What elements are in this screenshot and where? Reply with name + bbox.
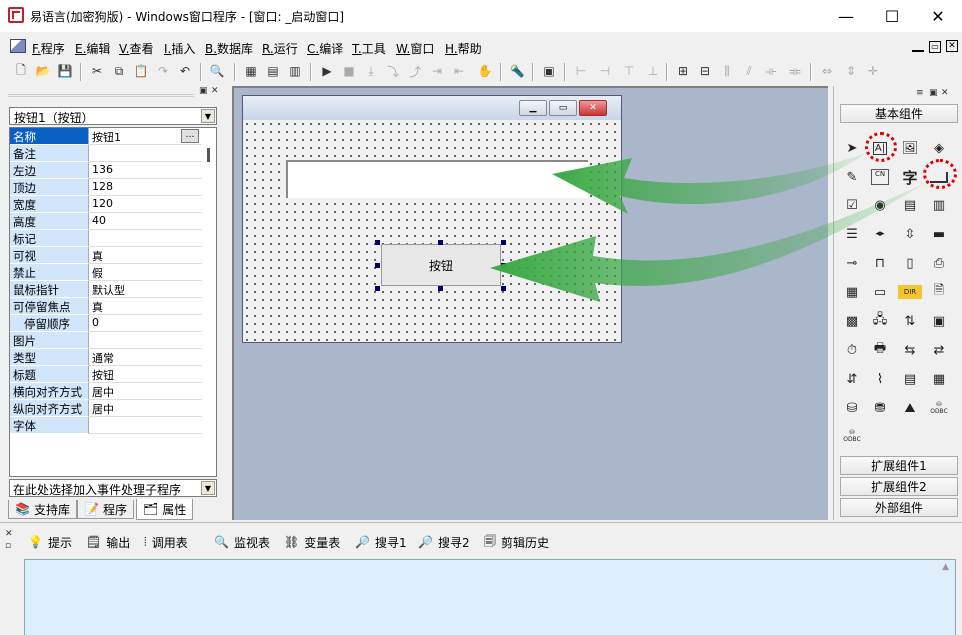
call-table-icon: ⦙ [144,534,147,549]
tab-watch[interactable]: 🔍 监视表 [214,531,270,553]
tab-search-1[interactable]: 🔎 搜寻1 [355,531,407,553]
search-icon: 🔎 [418,535,433,549]
output-area[interactable]: ▲ [24,559,956,635]
tab-clipboard-history[interactable]: 🗐 剪辑历史 [484,531,549,553]
tab-search-2[interactable]: 🔎 搜寻2 [418,531,470,553]
tab-variables[interactable]: ⛓ 变量表 [284,531,340,553]
hint-icon: 💡 [28,535,43,549]
tab-output[interactable]: 🗒 输出 [86,531,130,553]
variables-icon: ⛓ [284,535,300,549]
tab-call-table[interactable]: ⦙ 调用表 [144,531,188,553]
magnifier-icon: 🔍 [214,535,229,549]
bottom-panel: ✕ ▫ 💡 提示 🗒 输出 ⦙ 调用表 🔍 监视表 ⛓ 变量表 🔎 搜寻1 🔎 搜寻2 🗐 剪辑… [0,522,962,635]
arrow-to-edit-box [552,153,866,214]
clipboard-icon: 🗐 [484,533,496,548]
panel-pin-icon[interactable]: ▫ [5,541,11,551]
output-icon: 🗒 [86,535,102,549]
panel-close-icon[interactable]: ✕ [5,529,13,539]
tab-hint[interactable]: 💡 提示 [28,531,72,553]
search-icon: 🔎 [355,535,370,549]
scroll-up-icon[interactable]: ▲ [942,562,949,572]
